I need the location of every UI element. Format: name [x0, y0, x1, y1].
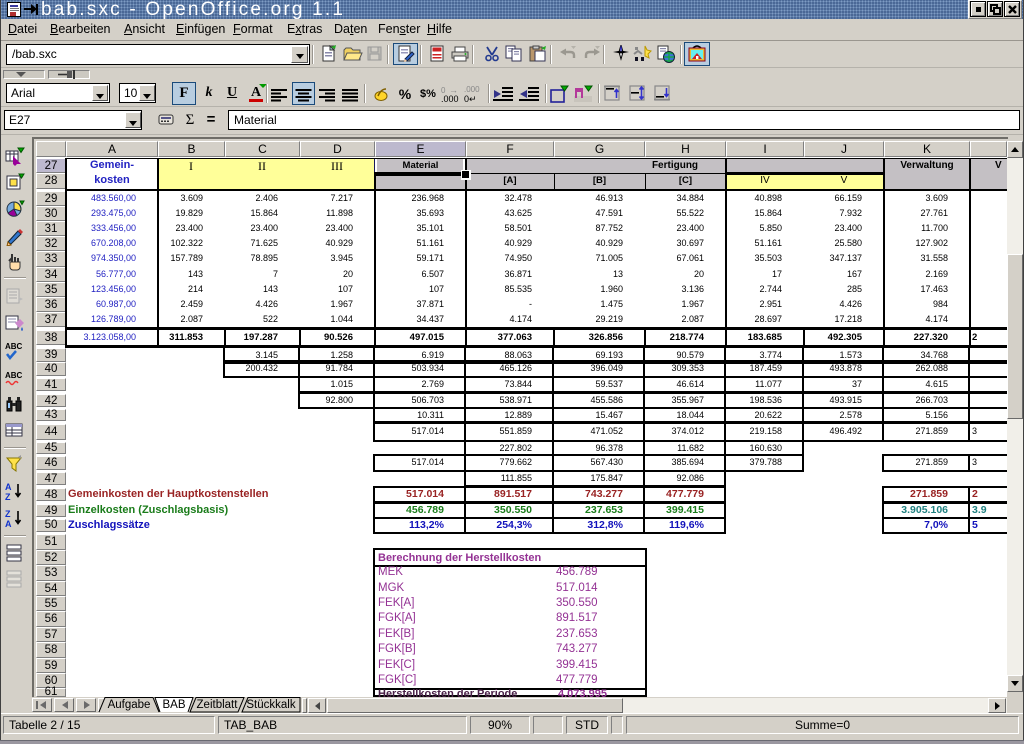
- svg-text:.000: .000: [441, 94, 459, 104]
- svg-text:A: A: [5, 482, 12, 492]
- svg-text:Z: Z: [5, 492, 11, 502]
- svg-text:Z: Z: [5, 509, 11, 519]
- svg-text:ABC: ABC: [5, 342, 23, 351]
- svg-text:ABC: ABC: [5, 371, 23, 380]
- svg-text:A: A: [5, 519, 12, 529]
- svg-text:0↵: 0↵: [464, 94, 477, 104]
- svg-text:.000: .000: [464, 85, 480, 94]
